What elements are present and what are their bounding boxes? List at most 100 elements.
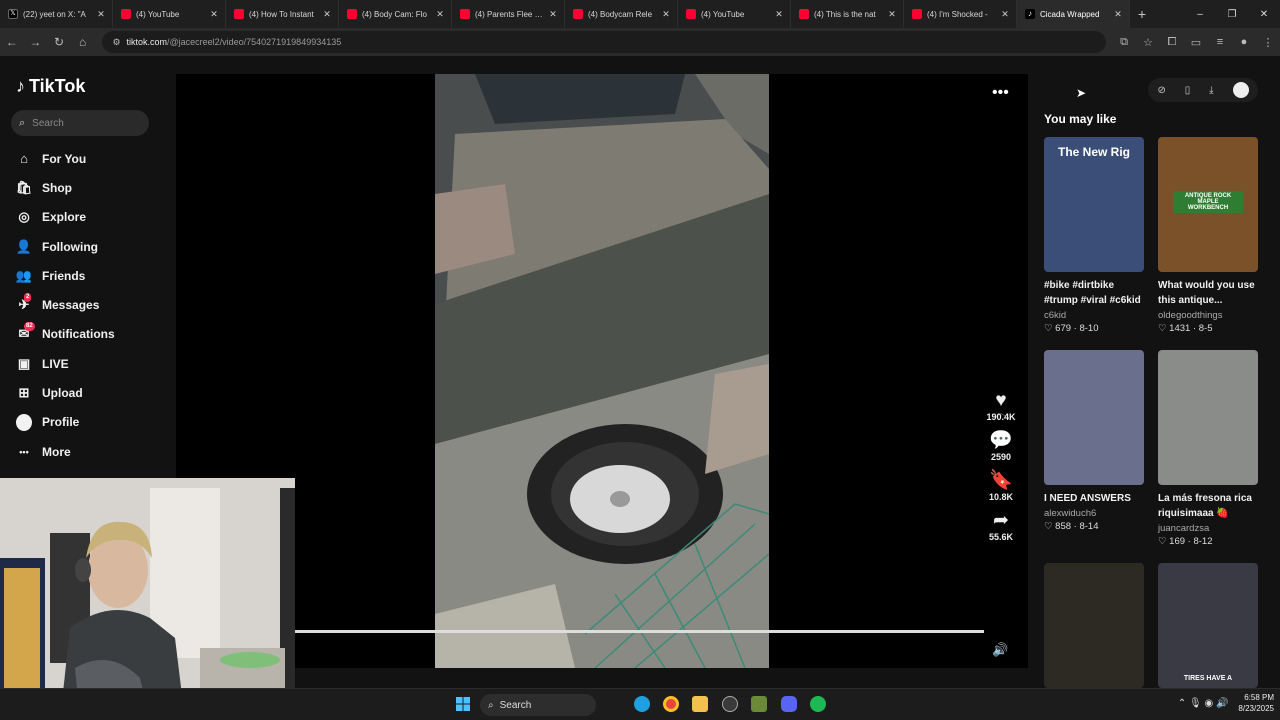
sidebar-item-for-you[interactable]: ⌂ For You (16, 144, 166, 173)
recommended-video-card[interactable]: The New Rig #bike #dirtbike #trump #viral… (1044, 137, 1145, 334)
sidebar-item-following[interactable]: 👤 Following (16, 232, 166, 261)
sidebar-item-live[interactable]: ▣ LIVE (16, 349, 166, 378)
taskbar-search[interactable]: ⌕ Search (480, 694, 596, 716)
file-explorer-icon[interactable] (692, 696, 708, 712)
video-player[interactable]: ••• ︿ ﹀ ♥ 190.4K 💬 2590 🔖 10.8K ➦ 55.6K 🔊 (176, 74, 1028, 668)
more-options-icon[interactable]: ••• (992, 84, 1009, 102)
tiktok-logo[interactable]: ♪ TikTok (16, 76, 85, 97)
card-username[interactable]: alexwiduch6 (1044, 508, 1145, 519)
cast-icon[interactable]: ▭ (1184, 36, 1208, 49)
paper-plane-icon: ✈ 2 (16, 293, 32, 313)
tab-title: Cicada Wrapped (1040, 9, 1100, 19)
sidebar-item-friends[interactable]: 👥 Friends (16, 261, 166, 290)
tab-close-icon[interactable]: ✕ (1000, 9, 1010, 20)
tab-close-icon[interactable]: ✕ (774, 9, 784, 20)
tab-close-icon[interactable]: ✕ (887, 9, 897, 20)
theme-toggle[interactable] (1232, 82, 1249, 98)
sidebar-item-profile[interactable]: Profile (16, 408, 166, 437)
sidebar-item-upload[interactable]: ⊞ Upload (16, 378, 166, 407)
tab-close-icon[interactable]: ✕ (435, 9, 445, 20)
windows-start-icon[interactable] (456, 697, 470, 711)
video-frame[interactable] (435, 74, 769, 668)
card-title[interactable]: La más fresona rica riquisimaaa 🍓 (1158, 491, 1259, 521)
recommended-video-card[interactable]: La más fresona rica riquisimaaa 🍓 juancar… (1158, 350, 1259, 547)
video-thumbnail[interactable]: TIRES HAVE A (1158, 563, 1258, 688)
like-button[interactable]: ♥ 190.4K (976, 390, 1026, 422)
comment-icon: 💬 (989, 430, 1013, 451)
discord-icon[interactable] (781, 696, 797, 712)
install-app-icon[interactable]: ⧉ (1112, 36, 1136, 49)
video-thumbnail[interactable] (1044, 350, 1144, 485)
chrome-icon[interactable] (663, 696, 679, 712)
browser-tab[interactable]: (4) I'm Shocked - ✕ (904, 0, 1017, 28)
browser-tab[interactable]: (4) Bodycam Rele ✕ (565, 0, 678, 28)
sidebar-item-explore[interactable]: ◎ Explore (16, 203, 166, 232)
sidebar-item-notifications[interactable]: ✉ 82 Notifications (16, 320, 166, 349)
recommended-video-card[interactable] (1044, 563, 1145, 688)
home-icon[interactable]: ⌂ (71, 35, 95, 49)
browser-tab[interactable]: (4) This is the nat ✕ (791, 0, 904, 28)
tab-close-icon[interactable]: ✕ (209, 9, 219, 20)
media-control-icon[interactable]: ≡ (1208, 36, 1232, 48)
video-progress-bar[interactable] (295, 630, 984, 633)
chrome-menu-icon[interactable]: ⋮ (1256, 36, 1280, 49)
save-button[interactable]: 🔖 10.8K (976, 470, 1026, 502)
comment-button[interactable]: 💬 2590 (976, 430, 1026, 462)
card-title[interactable]: I NEED ANSWERS (1044, 491, 1145, 506)
card-title[interactable]: #bike #dirtbike #trump #viral #c6kid (1044, 278, 1145, 308)
tab-close-icon[interactable]: ✕ (661, 9, 671, 20)
browser-tab[interactable]: (4) Parents Flee Po ✕ (452, 0, 565, 28)
close-window-button[interactable]: ✕ (1248, 9, 1280, 20)
tab-close-icon[interactable]: ✕ (1113, 9, 1123, 20)
back-arrow-icon[interactable]: ← (0, 35, 24, 49)
forward-arrow-icon[interactable]: → (24, 35, 48, 49)
video-thumbnail[interactable] (1044, 563, 1144, 688)
sidebar-item-more[interactable]: ••• More (16, 437, 166, 466)
search-icon: ⌕ (19, 116, 26, 129)
recommended-video-card[interactable]: TIRES HAVE A (1158, 563, 1259, 688)
search-input[interactable]: ⌕ Search (11, 110, 149, 136)
obs-icon[interactable] (722, 696, 738, 712)
tab-close-icon[interactable]: ✕ (322, 9, 332, 20)
icon-glyph: ⊞ (18, 385, 30, 401)
recommended-video-card[interactable]: ANTIQUE ROCK MAPLE WORKBENCH What would y… (1158, 137, 1259, 334)
card-title[interactable]: What would you use this antique... (1158, 278, 1259, 308)
new-tab-button[interactable]: + (1130, 6, 1154, 22)
card-username[interactable]: c6kid (1044, 310, 1145, 321)
autoscroll-icon[interactable]: ⊘ (1157, 85, 1165, 96)
browser-tab[interactable]: (4) YouTube ✕ (113, 0, 226, 28)
minimize-button[interactable]: – (1184, 9, 1216, 20)
sidebar-item-shop[interactable]: 🛍 Shop (16, 173, 166, 202)
download-icon[interactable]: ⤓ (1209, 85, 1213, 96)
video-thumbnail[interactable] (1158, 350, 1258, 485)
browser-tab[interactable]: ♪ Cicada Wrapped ✕ (1017, 0, 1130, 28)
extensions-icon[interactable]: ⧠ (1160, 36, 1184, 49)
tab-close-icon[interactable]: ✕ (548, 9, 558, 20)
video-thumbnail[interactable]: ANTIQUE ROCK MAPLE WORKBENCH (1158, 137, 1258, 272)
browser-tab[interactable]: 𝕏 (22) yeet on X: "A ✕ (0, 0, 113, 28)
bookmark-star-icon[interactable]: ☆ (1136, 36, 1160, 49)
tab-title: (4) YouTube (701, 9, 745, 19)
share-button[interactable]: ➦ 55.6K (976, 510, 1026, 542)
volume-icon[interactable]: 🔊 (992, 642, 1008, 658)
game-app-icon[interactable] (751, 696, 767, 712)
address-bar[interactable]: ⚙ tiktok.com/@jacecreel2/video/754027191… (102, 31, 1106, 53)
sidebar-item-messages[interactable]: ✈ 2 Messages (16, 290, 166, 319)
profile-icon[interactable]: ● (1232, 36, 1256, 48)
reload-icon[interactable]: ↻ (47, 35, 71, 49)
tab-close-icon[interactable]: ✕ (96, 9, 106, 20)
browser-tab[interactable]: (4) YouTube ✕ (678, 0, 791, 28)
browser-tab[interactable]: (4) How To Instant ✕ (226, 0, 339, 28)
spotify-icon[interactable] (810, 696, 826, 712)
tray-icons[interactable]: ⌃ 🎙 ◉ 🔊 (1178, 698, 1229, 709)
site-info-icon[interactable]: ⚙ (112, 37, 126, 48)
card-username[interactable]: oldegoodthings (1158, 310, 1259, 321)
video-thumbnail[interactable]: The New Rig (1044, 137, 1144, 272)
restore-button[interactable]: ❐ (1216, 9, 1248, 20)
card-username[interactable]: juancardzsa (1158, 523, 1259, 534)
device-icon[interactable]: ▯ (1185, 85, 1191, 96)
edge-icon[interactable] (634, 696, 650, 712)
browser-tab[interactable]: (4) Body Cam: Flo ✕ (339, 0, 452, 28)
clock[interactable]: 6:58 PM 8/23/2025 (1238, 692, 1274, 714)
recommended-video-card[interactable]: I NEED ANSWERS alexwiduch6 ♡ 858 · 8-14 (1044, 350, 1145, 532)
